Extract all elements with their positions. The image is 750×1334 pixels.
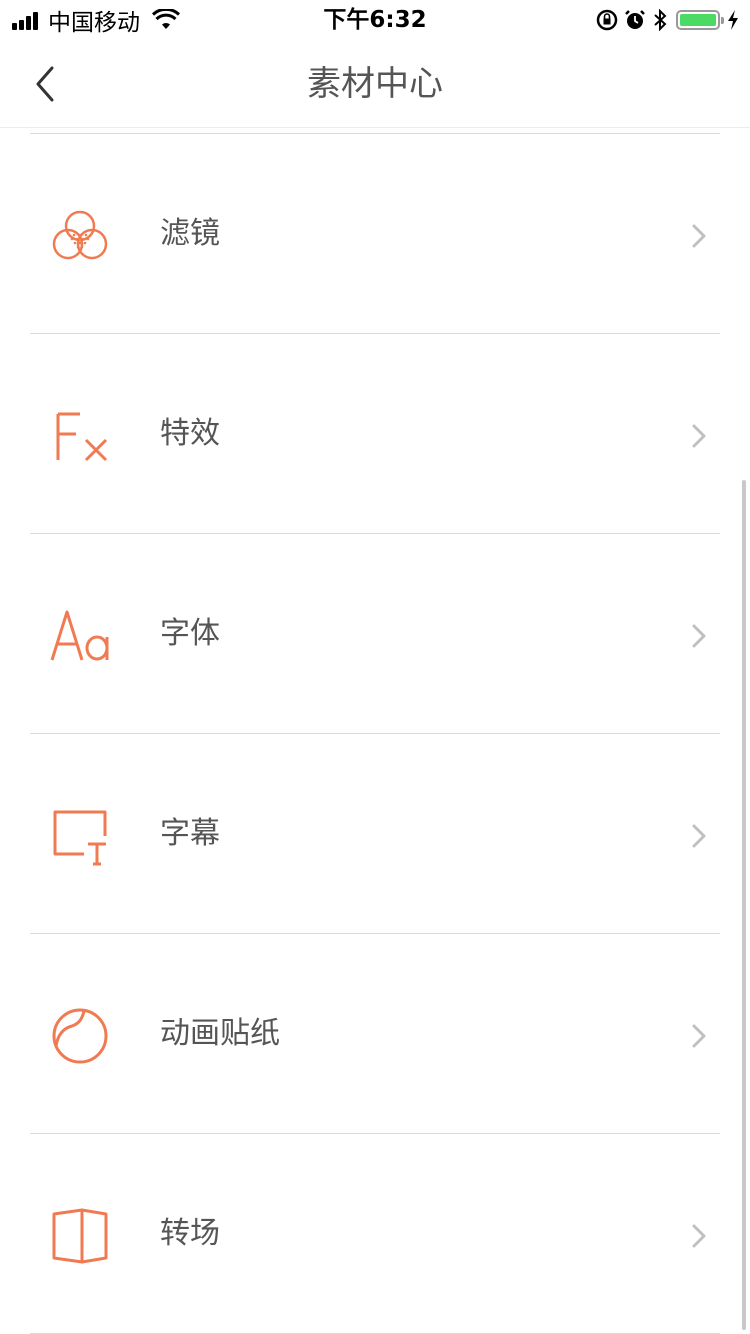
list-item-font[interactable]: 字体 [30,534,720,734]
material-list: 滤镜 特效 字体 字幕 动画贴纸 转场 [0,128,750,1334]
item-label: 转场 [160,1216,220,1251]
chevron-right-icon [692,824,706,848]
list-item-subtitle[interactable]: 字幕 [30,734,720,934]
bluetooth-icon [654,8,667,32]
status-bar: 中国移动 下午6:32 [0,0,750,40]
chevron-right-icon [692,224,706,248]
font-aa-icon [48,604,112,668]
chevron-right-icon [692,1224,706,1248]
nav-bar: 素材中心 [0,40,750,128]
status-right [590,0,740,40]
chevron-right-icon [692,424,706,448]
item-label: 特效 [160,416,220,451]
item-label: 滤镜 [160,216,220,251]
chevron-right-icon [692,1024,706,1048]
list-item-sticker[interactable]: 动画贴纸 [30,934,720,1134]
chevron-right-icon [692,624,706,648]
back-button[interactable] [20,54,70,114]
list-item-effects[interactable]: 特效 [30,334,720,534]
chevron-left-icon [36,66,54,102]
subtitle-icon [48,804,112,868]
item-label: 动画贴纸 [160,1016,280,1051]
filter-icon [48,204,112,268]
charging-icon [728,10,738,30]
orientation-lock-icon [596,9,618,31]
transition-icon [48,1204,112,1268]
sticker-icon [48,1004,112,1068]
item-label: 字体 [160,616,220,651]
page-title: 素材中心 [307,64,443,104]
effects-fx-icon [48,404,112,468]
battery-icon [676,10,724,30]
scrollbar[interactable] [742,480,746,1330]
list-item-filter[interactable]: 滤镜 [30,134,720,334]
alarm-icon [625,10,645,29]
item-label: 字幕 [160,816,220,851]
list-item-transition[interactable]: 转场 [30,1134,720,1334]
